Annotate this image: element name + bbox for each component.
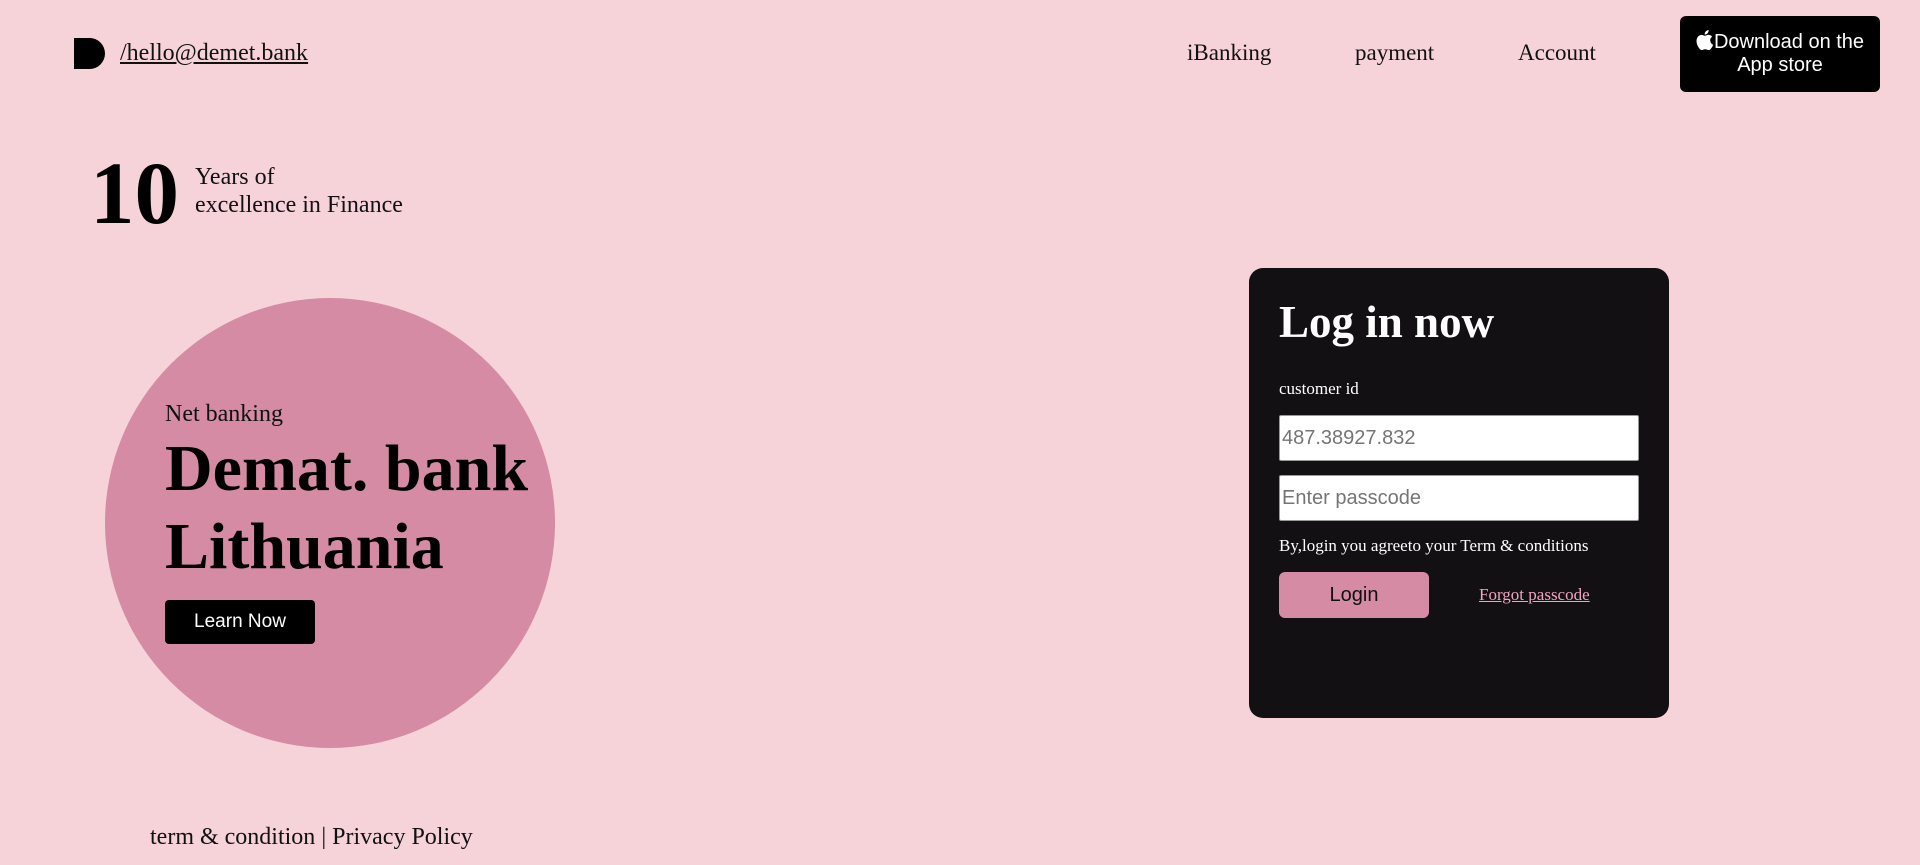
terms-link[interactable]: term & condition	[150, 824, 315, 850]
hero-title: Demat. bank Lithuania	[165, 430, 585, 586]
login-title: Log in now	[1279, 297, 1495, 347]
forgot-passcode-link[interactable]: Forgot passcode	[1479, 584, 1590, 606]
app-store-download-button[interactable]: Download on the App store	[1680, 16, 1880, 92]
privacy-policy-link[interactable]: Privacy Policy	[332, 824, 473, 850]
terms-agreement-text: By,login you agreeto your Term & conditi…	[1279, 536, 1589, 555]
app-store-line1: Download on the	[1713, 31, 1865, 53]
nav-item-payment[interactable]: payment	[1355, 38, 1434, 68]
passcode-input[interactable]	[1279, 475, 1639, 521]
brand-logo[interactable]	[74, 38, 105, 69]
nav-item-account[interactable]: Account	[1518, 38, 1596, 68]
apple-icon	[1696, 30, 1713, 50]
customer-id-input[interactable]	[1279, 415, 1639, 461]
footer-links: term & condition | Privacy Policy	[150, 822, 473, 852]
login-card: Log in now customer id By,login you agre…	[1249, 268, 1669, 718]
years-caption-line2: excellence in Finance	[195, 192, 403, 218]
hero-title-line2: Lithuania	[165, 510, 444, 583]
login-button[interactable]: Login	[1279, 572, 1429, 618]
app-store-line2: App store	[1737, 54, 1823, 76]
footer-separator: |	[315, 824, 333, 850]
hero-title-line1: Demat. bank	[165, 432, 529, 505]
years-caption: Years of excellence in Finance	[195, 163, 403, 219]
nav-item-ibanking[interactable]: iBanking	[1187, 38, 1271, 68]
hero-eyebrow: Net banking	[165, 401, 283, 427]
email-link[interactable]: /hello@demet.bank	[120, 38, 308, 68]
customer-id-label: customer id	[1279, 379, 1359, 398]
years-number: 10	[90, 145, 179, 243]
learn-now-button[interactable]: Learn Now	[165, 600, 315, 644]
years-caption-line1: Years of	[195, 164, 275, 190]
